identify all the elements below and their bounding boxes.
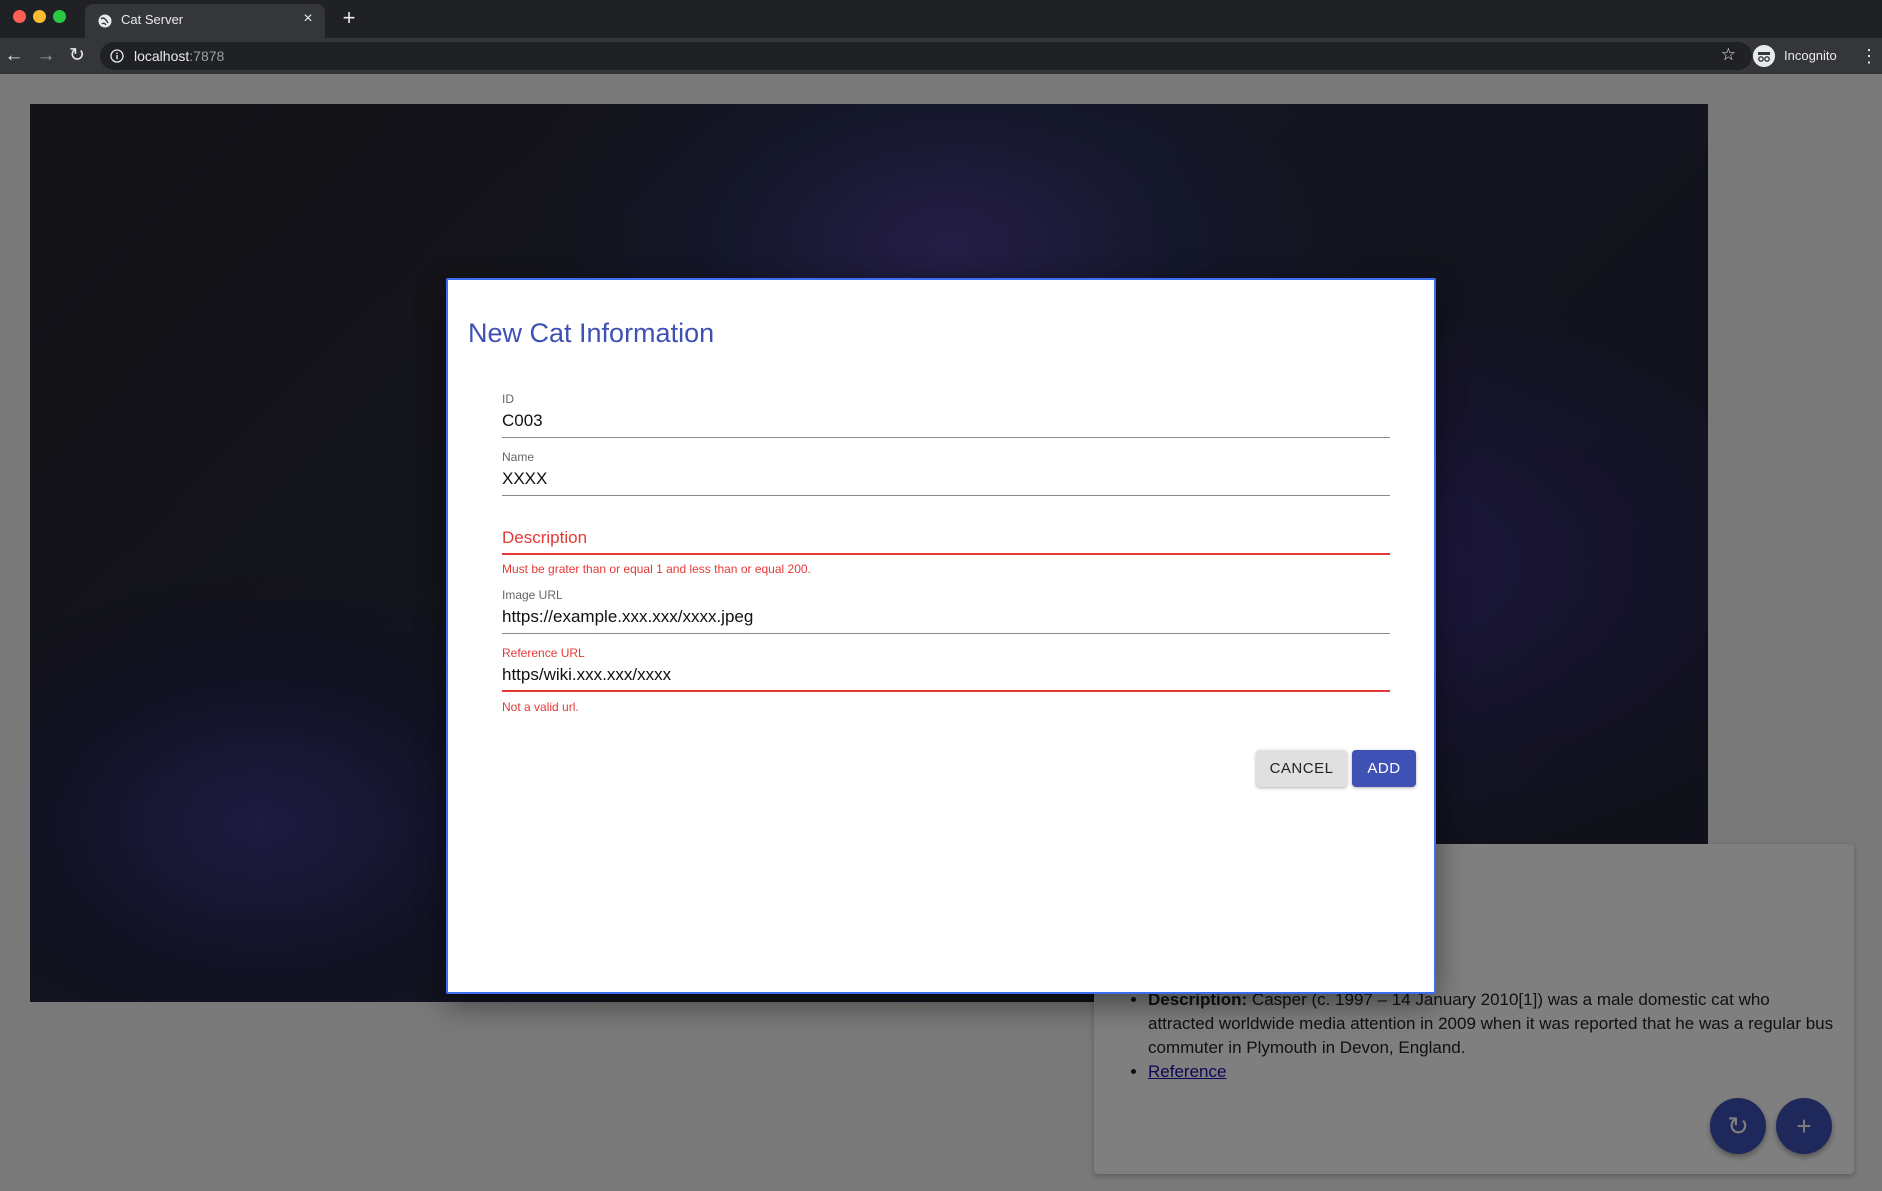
name-field[interactable]: Name XXXX bbox=[502, 450, 1390, 500]
id-input[interactable]: C003 bbox=[502, 411, 543, 431]
add-button[interactable]: ADD bbox=[1352, 750, 1416, 787]
address-bar[interactable]: localhost:7878 ☆ bbox=[100, 42, 1752, 70]
new-tab-button[interactable]: + bbox=[337, 6, 361, 30]
browser-tab[interactable]: Cat Server × bbox=[85, 4, 325, 38]
incognito-label: Incognito bbox=[1784, 48, 1837, 63]
image-url-input[interactable]: https://example.xxx.xxx/xxxx.jpeg bbox=[502, 607, 753, 627]
id-field[interactable]: ID C003 bbox=[502, 392, 1390, 442]
image-url-underline bbox=[502, 633, 1390, 634]
name-underline bbox=[502, 495, 1390, 496]
reference-url-error: Not a valid url. bbox=[502, 700, 579, 714]
dialog-title: New Cat Information bbox=[468, 318, 715, 348]
new-cat-dialog: New Cat Information ID C003 Name XXXX De… bbox=[446, 278, 1436, 994]
incognito-profile[interactable]: Incognito bbox=[1753, 42, 1853, 70]
image-url-field[interactable]: Image URL https://example.xxx.xxx/xxxx.j… bbox=[502, 588, 1390, 638]
forward-icon[interactable]: → bbox=[33, 43, 59, 69]
reference-url-label: Reference URL bbox=[502, 646, 585, 660]
close-icon[interactable]: × bbox=[299, 10, 317, 28]
back-icon[interactable]: ← bbox=[1, 43, 27, 69]
description-label: Description bbox=[502, 528, 588, 547]
browser-tab-bar: Cat Server × + bbox=[0, 0, 1882, 38]
id-label: ID bbox=[502, 392, 514, 406]
reference-url-input[interactable]: https/wiki.xxx.xxx/xxxx bbox=[502, 665, 671, 685]
description-underline bbox=[502, 553, 1390, 555]
window-zoom-button[interactable] bbox=[53, 10, 66, 23]
name-input[interactable]: XXXX bbox=[502, 469, 547, 489]
reference-url-underline bbox=[502, 690, 1390, 692]
reload-icon[interactable]: ↻ bbox=[64, 43, 90, 69]
page-content: Description: Casper (c. 1997 – 14 Januar… bbox=[0, 74, 1882, 1191]
url-port: :7878 bbox=[189, 48, 225, 64]
url-host: localhost bbox=[134, 48, 190, 64]
star-icon[interactable]: ☆ bbox=[1721, 45, 1736, 65]
cancel-button[interactable]: CANCEL bbox=[1256, 750, 1347, 787]
window-minimize-button[interactable] bbox=[33, 10, 46, 23]
description-error: Must be grater than or equal 1 and less … bbox=[502, 562, 811, 576]
id-underline bbox=[502, 437, 1390, 438]
description-field[interactable]: Description Must be grater than or equal… bbox=[502, 528, 1390, 586]
incognito-icon bbox=[1753, 45, 1775, 67]
tab-title: Cat Server bbox=[121, 12, 184, 27]
menu-icon[interactable]: ⋮ bbox=[1860, 43, 1878, 69]
url-text: localhost:7878 bbox=[134, 48, 224, 64]
info-icon[interactable] bbox=[110, 49, 124, 63]
window-close-button[interactable] bbox=[13, 10, 26, 23]
globe-icon bbox=[98, 14, 112, 28]
name-label: Name bbox=[502, 450, 535, 464]
browser-toolbar: ← → ↻ localhost:7878 ☆ Incognito ⋮ bbox=[0, 38, 1882, 74]
image-url-label: Image URL bbox=[502, 588, 563, 602]
reference-url-field[interactable]: Reference URL https/wiki.xxx.xxx/xxxx No… bbox=[502, 646, 1390, 714]
